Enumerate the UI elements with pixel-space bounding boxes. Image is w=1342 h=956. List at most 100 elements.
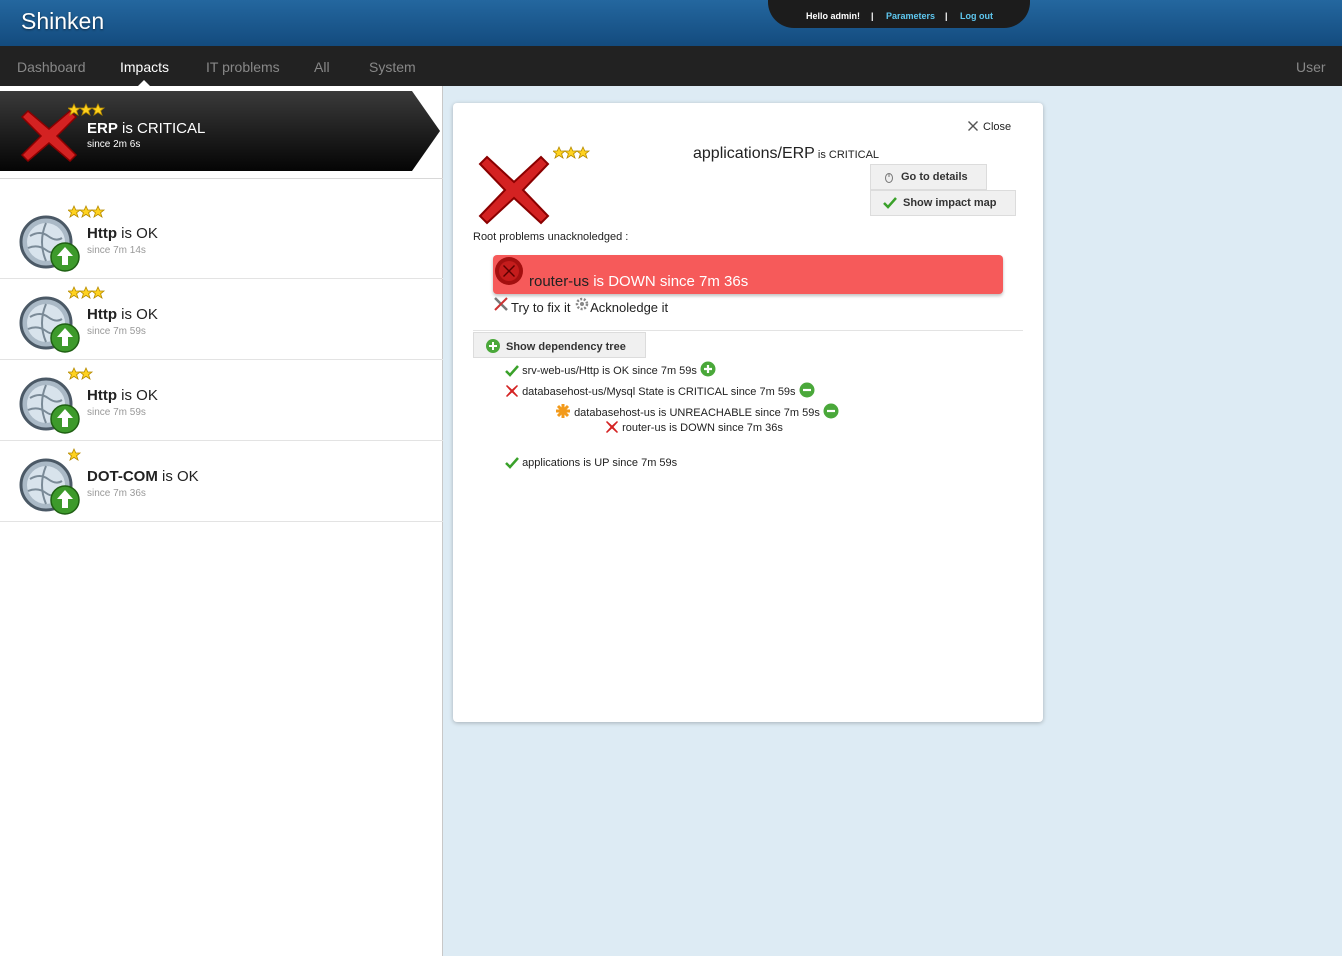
impact-title: DOT-COM is OK (87, 468, 199, 485)
root-problem-item[interactable]: router-us is DOWN since 7m 36s (493, 255, 1003, 294)
node-name: databasehost-us/Mysql State (522, 386, 664, 398)
down-x-icon (606, 421, 618, 433)
ok-check-icon (505, 457, 519, 469)
close-icon (968, 121, 978, 131)
try-fix-label: Try to fix it (511, 300, 571, 315)
dependency-tree-node[interactable]: databasehost-us/Mysql State is CRITICAL … (505, 382, 815, 398)
dependency-tree-node[interactable]: databasehost-us is UNREACHABLE since 7m … (555, 403, 839, 419)
impact-title: Http is OK (87, 306, 158, 323)
nav-dashboard[interactable]: Dashboard (17, 59, 86, 75)
impact-list-item[interactable]: DOT-COM is OK since 7m 36s (0, 441, 443, 522)
show-dependency-tree-button[interactable]: Show dependency tree (473, 332, 646, 358)
plus-icon (486, 339, 500, 353)
root-problem-state: is DOWN since 7m 36s (589, 273, 749, 290)
down-icon (494, 256, 524, 291)
impact-state: is OK (117, 306, 158, 323)
critical-x-icon (477, 153, 551, 232)
selected-impact-since: since 2m 6s (87, 139, 141, 150)
impact-state: is OK (157, 468, 199, 485)
expand-plus-icon[interactable] (700, 361, 716, 377)
root-actions: Try to fix it Acknoledge it (493, 296, 668, 315)
logout-link[interactable]: Log out (960, 11, 993, 21)
acknowledge-label: Acknoledge it (590, 300, 669, 315)
root-problems-label: Root problems unacknoledged : (473, 231, 629, 243)
critical-x-icon (506, 385, 518, 397)
node-state: is UNREACHABLE since 7m 59s (655, 407, 820, 419)
impact-since: since 7m 14s (87, 245, 146, 256)
impact-state: is OK (117, 387, 158, 404)
node-name: router-us (622, 422, 667, 434)
nav-system[interactable]: System (369, 59, 416, 75)
tools-icon (494, 297, 508, 311)
parameters-link[interactable]: Parameters (886, 11, 935, 21)
detail-state: is CRITICAL (814, 149, 880, 161)
go-to-details-button[interactable]: Go to details (870, 164, 987, 190)
impact-name: Http (87, 225, 117, 242)
checkmark-icon (883, 197, 897, 209)
node-state: is CRITICAL since 7m 59s (663, 386, 796, 398)
separator: | (871, 11, 874, 21)
impact-since: since 7m 59s (87, 407, 146, 418)
impact-state: is CRITICAL (117, 120, 206, 137)
impact-title: Http is OK (87, 387, 158, 404)
detail-title: applications/ERP is CRITICAL (693, 145, 879, 163)
card-divider (473, 330, 1023, 331)
unreachable-asterisk-icon (556, 404, 570, 418)
root-problem-text: router-us is DOWN since 7m 36s (529, 273, 748, 290)
separator: | (945, 11, 948, 21)
node-name: srv-web-us/Http (522, 365, 600, 377)
gear-icon (575, 297, 589, 311)
nav-it-problems[interactable]: IT problems (206, 59, 280, 75)
node-name: applications (522, 457, 581, 469)
priority-stars (66, 448, 108, 467)
list-divider (0, 178, 443, 179)
impact-detail-card: Close applications/ERP is CRITICAL Go to… (453, 103, 1043, 722)
priority-stars (551, 146, 593, 165)
collapse-minus-icon[interactable] (799, 382, 815, 398)
node-state: is DOWN since 7m 36s (666, 422, 783, 434)
priority-stars (66, 367, 108, 386)
impact-list-item[interactable]: Http is OK since 7m 59s (0, 279, 443, 360)
impact-list-item[interactable]: Http is OK since 7m 59s (0, 360, 443, 441)
dependency-tree-node[interactable]: applications is UP since 7m 59s (505, 457, 677, 469)
priority-stars (66, 286, 108, 305)
hello-text: Hello admin! (806, 11, 861, 21)
impact-list-item[interactable]: Http is OK since 7m 14s (0, 198, 443, 279)
selected-impact-title: ERP is CRITICAL (87, 120, 205, 137)
ok-check-icon (505, 365, 519, 377)
node-name: databasehost-us (574, 407, 656, 419)
nav-user[interactable]: User (1296, 59, 1326, 75)
dependency-tree-node[interactable]: srv-web-us/Http is OK since 7m 59s (505, 361, 716, 377)
show-impact-map-label: Show impact map (903, 197, 997, 209)
selected-impact[interactable]: ERP is CRITICAL since 2m 6s (0, 91, 440, 171)
try-fix-button[interactable]: Try to fix it (493, 297, 571, 315)
collapse-minus-icon[interactable] (823, 403, 839, 419)
impact-since: since 7m 59s (87, 326, 146, 337)
nav-impacts[interactable]: Impacts (120, 59, 169, 75)
detail-name: applications/ERP (693, 145, 815, 162)
impact-name: ERP (87, 120, 118, 137)
close-label: Close (983, 121, 1012, 133)
user-box: Hello admin! | Parameters | Log out (768, 0, 1030, 28)
impact-name: Http (87, 387, 117, 404)
show-dependency-tree-label: Show dependency tree (506, 341, 626, 353)
nav-all[interactable]: All (314, 59, 330, 75)
brand-logo[interactable]: Shinken (21, 8, 104, 35)
main-nav: Dashboard Impacts IT problems All System… (0, 46, 1342, 86)
impact-name: DOT-COM (87, 468, 158, 485)
close-button[interactable]: Close (967, 120, 1011, 133)
impact-title: Http is OK (87, 225, 158, 242)
node-state: is OK since 7m 59s (599, 365, 697, 377)
acknowledge-button[interactable]: Acknoledge it (574, 297, 669, 315)
node-state: is UP since 7m 59s (580, 457, 678, 469)
priority-stars (66, 205, 108, 224)
show-impact-map-button[interactable]: Show impact map (870, 190, 1016, 216)
mouse-icon (885, 173, 893, 183)
root-problem-name: router-us (529, 273, 590, 290)
impact-state: is OK (117, 225, 158, 242)
go-to-details-label: Go to details (901, 171, 968, 183)
impact-since: since 7m 36s (87, 488, 146, 499)
impact-name: Http (87, 306, 117, 323)
dependency-tree-node[interactable]: router-us is DOWN since 7m 36s (605, 420, 783, 434)
top-header: Shinken Hello admin! | Parameters | Log … (0, 0, 1342, 46)
